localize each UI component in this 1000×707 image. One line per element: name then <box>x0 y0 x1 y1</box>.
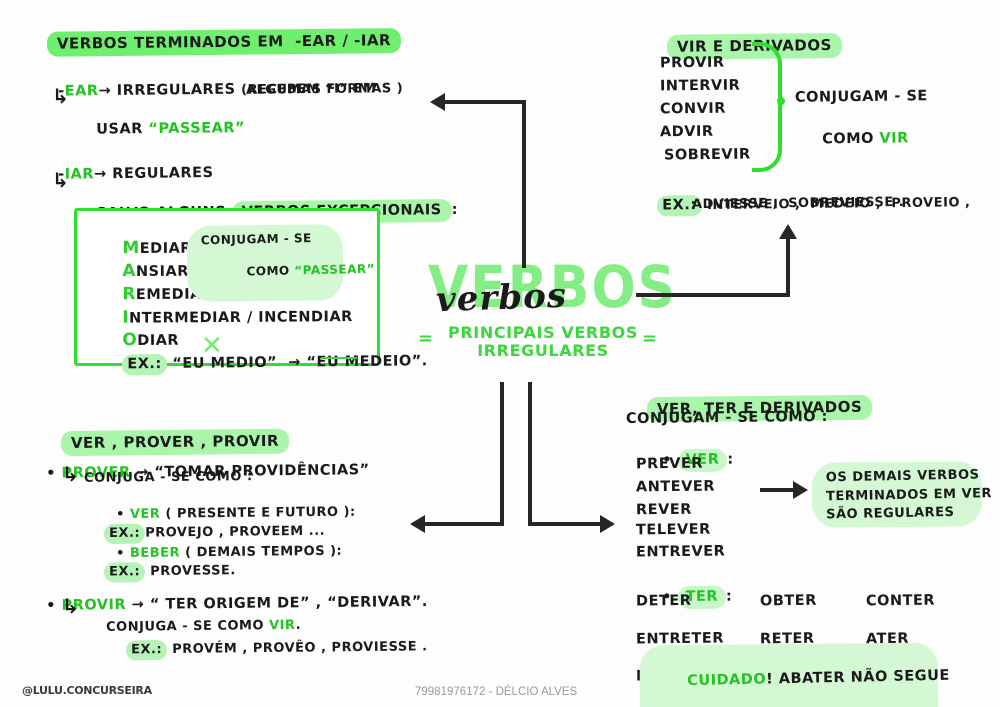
prover-hook-icon: ↳ <box>62 462 79 486</box>
vir-brace-icon <box>752 42 782 172</box>
provir-hook-icon: ↳ <box>62 594 79 618</box>
mnemonic-example-arrow: → <box>288 354 302 371</box>
iar-hook-icon: ↳ <box>52 168 69 192</box>
connector-down-right-horizontal <box>528 522 602 526</box>
connector-down-left-arrowhead-icon <box>410 515 425 533</box>
mnemonic-note-prefix: COMO <box>246 264 290 280</box>
logo-script-overlay: verbos <box>435 275 568 321</box>
vir-verb-2: CONVIR <box>659 100 726 118</box>
mnemonic-example-label: EX.: <box>122 353 167 375</box>
ter-verb-2-0: CONTER <box>865 592 936 610</box>
mnemonic-example-right: “EU MEDEIO”. <box>306 352 428 371</box>
iar-rule: REGULARES <box>112 164 214 182</box>
ter-verb-1-0: OBTER <box>759 592 817 610</box>
vir-note-prefix: COMO <box>822 130 875 147</box>
footer-id-text: 79981976172 - DÉLCIO ALVES <box>415 686 578 698</box>
provir-example-label: EX.: <box>126 639 168 661</box>
provir-example-text: PROVÉM , PROVÊO , PROVIESSE . <box>172 638 428 657</box>
provir-example: EX.: PROVÉM , PROVÊO , PROVIESSE . <box>106 622 428 675</box>
provir-bullet: • <box>46 597 57 614</box>
ver-group-note-blob: OS DEMAIS VERBOS TERMINADOS EM VER SÃO R… <box>811 461 993 528</box>
mnemonic-example-line: EX.: “EU MEDIO” → “EU MEDEIO”. <box>89 333 428 392</box>
prover-conj-label: CONJUGA - SE COMO : <box>83 469 253 486</box>
ear-sub-model: “PASSEAR” <box>148 119 246 137</box>
connector-right-horizontal <box>636 293 790 297</box>
vir-verb-1: INTERVIR <box>659 77 741 95</box>
vir-brace-nub-icon <box>777 97 785 105</box>
mnemonic-note-model: “PASSEAR” <box>294 262 376 279</box>
ter-warning-blob: CUIDADO! ABATER NÃO SEGUE ESSA CONJUGAÇÃ… <box>639 642 950 707</box>
ver-group-verb-4: ENTREVER <box>635 543 726 561</box>
cross-out-icon: ✕ <box>201 331 223 361</box>
logo-subtitle-line2: IRREGULARES <box>477 341 609 361</box>
center-logo: VERBOS verbos = PRINCIPAIS VERBOS IRREGU… <box>418 254 675 361</box>
logo-equals-left: = <box>418 328 434 349</box>
ver-group-note-line3: SÃO REGULARES <box>826 505 955 523</box>
connector-down-left-horizontal <box>424 522 504 526</box>
ter-column-2: CONTER ATER SUSTER <box>865 592 936 685</box>
connector-down-right-vertical <box>528 382 532 526</box>
ear-suffix: EAR <box>64 82 99 100</box>
ear-hook-icon: ↳ <box>52 84 69 108</box>
connector-up-left-arrowhead-icon <box>430 93 445 111</box>
ear-rule: IRREGULARES <box>116 81 236 99</box>
ver-group-verb-2: REVER <box>635 501 692 519</box>
connector-up-left-horizontal <box>444 100 524 104</box>
logo-subtitle-line1: PRINCIPAIS VERBOS <box>448 323 638 342</box>
vir-note-line1: CONJUGAM - SE <box>794 88 928 106</box>
vir-note-line2: COMO VIR <box>800 110 909 167</box>
connector-up-left-vertical <box>522 100 526 268</box>
ear-arrow: → <box>98 82 112 99</box>
connector-down-right-arrowhead-icon <box>600 515 615 533</box>
vir-note-model: VIR <box>879 129 909 147</box>
ver-group-note-line2: TERMINADOS EM VER <box>825 485 993 504</box>
ter-column-0: DETER ENTRETER MANTER <box>635 592 724 685</box>
mnemonic-note-line1: CONJUGAM - SE <box>200 231 312 248</box>
ver-group-colon: : <box>727 451 734 468</box>
ter-warning-line1: CUIDADO! ABATER NÃO SEGUE <box>653 648 950 707</box>
logo-equals-right: = <box>642 328 658 349</box>
example-underline <box>321 357 357 359</box>
connector-right-vertical <box>786 238 790 295</box>
footer-handle: @LULU.CONCURSEIRA <box>22 684 152 697</box>
mnemonic-note-blob: CONJUGAM - SE COMO “PASSEAR” <box>186 224 375 303</box>
vir-verb-3: ADVIR <box>659 123 714 141</box>
mnemonic-example-wrong: “EU MEDIO” <box>172 354 278 372</box>
ter-warning-rest: ! ABATER NÃO SEGUE <box>765 667 950 688</box>
iar-suffix: IAR <box>64 165 95 183</box>
vir-verb-0: PROVIR <box>659 54 725 72</box>
connector-down-left-vertical <box>500 382 504 526</box>
mnemonic-box: MEDIAR ANSIAR REMEDIAR INTERMEDIAR / INC… <box>74 208 428 375</box>
mindmap-canvas: VERBOS TERMINADOS EM -EAR / -IAR -EAR→ I… <box>0 0 1000 707</box>
ter-warning-word: CUIDADO <box>687 671 767 689</box>
logo-subtitle: PRINCIPAIS VERBOS IRREGULARES <box>438 323 648 361</box>
ver-group-note-arrow-line <box>760 488 796 492</box>
ver-group-verb-3: TELEVER <box>635 521 711 539</box>
prover-bullet: • <box>46 465 57 482</box>
ear-note-line2: ALGUMAS FORMAS ) <box>245 81 404 98</box>
ear-sub-label: USAR <box>96 120 143 138</box>
vir-verb-4: SOBREVIR <box>663 146 751 164</box>
ver-group-verb-0: PREVER <box>635 455 704 473</box>
ter-group-colon: : <box>725 588 733 605</box>
section-ear-iar-title-text: VERBOS TERMINADOS EM -EAR / -IAR <box>46 28 402 57</box>
ver-group-verb-1: ANTEVER <box>635 478 716 496</box>
mnemonic-note-line2: COMO “PASSEAR” <box>209 248 375 297</box>
vir-example-line2: ADVIESSE , SOBREVIESSE . <box>691 194 905 213</box>
ter-verb-0-0: DETER <box>635 592 692 610</box>
ver-group-note-line1: OS DEMAIS VERBOS <box>825 467 980 486</box>
iar-sub-suffix: : <box>451 201 459 218</box>
connector-right-arrowhead-icon <box>779 224 797 239</box>
ver-ter-intro: CONJUGAM - SE COMO : <box>625 408 828 428</box>
ter-column-1: OBTER RETER ABSTER <box>759 592 827 685</box>
ver-group-note-arrowhead-icon <box>793 481 808 499</box>
iar-arrow: → <box>93 165 107 182</box>
